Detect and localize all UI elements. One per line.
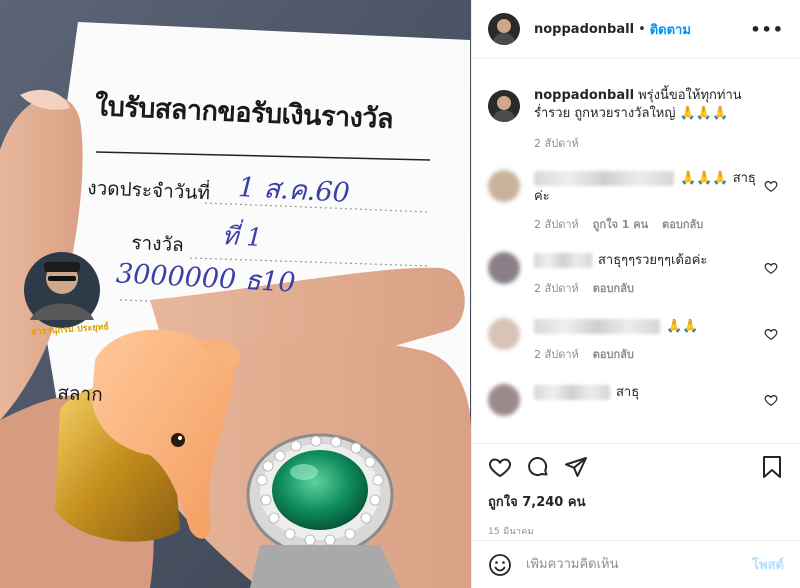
caption-avatar[interactable] — [488, 90, 520, 122]
comment-item: สาธุๆๆรวยๆๆเด้อค่ะ 2 สัปดาห์ ตอบกลับ — [488, 252, 784, 298]
handwritten-prize: ที่ 1 — [221, 220, 264, 253]
commenter-name-blurred[interactable] — [534, 319, 660, 334]
handwritten-date: 1 ส.ค.60 — [237, 172, 351, 209]
share-send-icon[interactable] — [564, 455, 588, 479]
ticket-draw-date-label: งวดประจำวันที่ — [86, 176, 211, 205]
caption-time[interactable]: 2 สัปดาห์ — [534, 135, 579, 153]
post-actions: ถูกใจ 7,240 คน 15 มีนาคม — [472, 443, 800, 538]
commenter-name-blurred[interactable] — [534, 253, 592, 268]
comment-text: สาธุ — [616, 385, 640, 400]
heart-icon[interactable] — [764, 179, 778, 193]
comment-item: สาธุ — [488, 384, 784, 416]
ticket-lottery-label: สลาก — [56, 381, 104, 406]
reply-button[interactable]: ตอบกลับ — [662, 216, 703, 234]
post-header: noppadonball • ติดตาม ••• — [472, 0, 800, 59]
comment-item: 🙏🙏 2 สัปดาห์ ตอบกลับ — [488, 318, 784, 364]
commenter-avatar[interactable] — [488, 384, 520, 416]
heart-icon[interactable] — [764, 261, 778, 275]
comment-input[interactable] — [526, 557, 753, 572]
heart-icon[interactable] — [764, 393, 778, 407]
commenter-name-blurred[interactable] — [534, 171, 674, 186]
like-heart-icon[interactable] — [488, 455, 512, 479]
comment-item: 🙏🙏🙏 สาธุค่ะ 2 สัปดาห์ ถูกใจ 1 คน ตอบกลับ — [488, 170, 784, 234]
comment-time[interactable]: 2 สัปดาห์ — [534, 216, 579, 234]
comments-list[interactable]: noppadonball พรุ่งนี้ขอให้ทุกท่านร่ำรวย ถ… — [472, 60, 800, 442]
reply-button[interactable]: ตอบกลับ — [593, 280, 634, 298]
comment-time[interactable]: 2 สัปดาห์ — [534, 346, 579, 364]
emoji-icon[interactable] — [488, 553, 512, 577]
commenter-avatar[interactable] — [488, 170, 520, 202]
reply-button[interactable]: ตอบกลับ — [593, 346, 634, 364]
post-date[interactable]: 15 มีนาคม — [488, 524, 784, 538]
commenter-avatar[interactable] — [488, 318, 520, 350]
post-photo[interactable]: ใบรับสลากขอรับเงินรางวัล งวดประจำวันที่ … — [0, 0, 471, 588]
follow-button[interactable]: ติดตาม — [650, 19, 691, 40]
likes-count[interactable]: ถูกใจ 7,240 คน — [488, 491, 784, 512]
post-side-panel: noppadonball • ติดตาม ••• noppadonball พร… — [471, 0, 800, 588]
ellipsis-icon[interactable]: ••• — [750, 20, 784, 39]
heart-icon[interactable] — [764, 327, 778, 341]
comment-text: 🙏🙏 — [666, 319, 699, 334]
comment-bubble-icon[interactable] — [526, 455, 550, 479]
post-caption: noppadonball พรุ่งนี้ขอให้ทุกท่านร่ำรวย ถ… — [488, 87, 784, 153]
author-username[interactable]: noppadonball — [534, 22, 634, 37]
post-comment-button[interactable]: โพสต์ — [752, 554, 784, 575]
author-avatar[interactable] — [488, 13, 520, 45]
comment-likes[interactable]: ถูกใจ 1 คน — [593, 216, 648, 234]
add-comment-bar: โพสต์ — [472, 540, 800, 588]
separator-dot: • — [638, 21, 646, 37]
commenter-name-blurred[interactable] — [534, 385, 610, 400]
commenter-avatar[interactable] — [488, 252, 520, 284]
caption-username[interactable]: noppadonball — [534, 88, 634, 103]
comment-time[interactable]: 2 สัปดาห์ — [534, 280, 579, 298]
bookmark-icon[interactable] — [760, 455, 784, 479]
comment-text: สาธุๆๆรวยๆๆเด้อค่ะ — [598, 253, 708, 268]
